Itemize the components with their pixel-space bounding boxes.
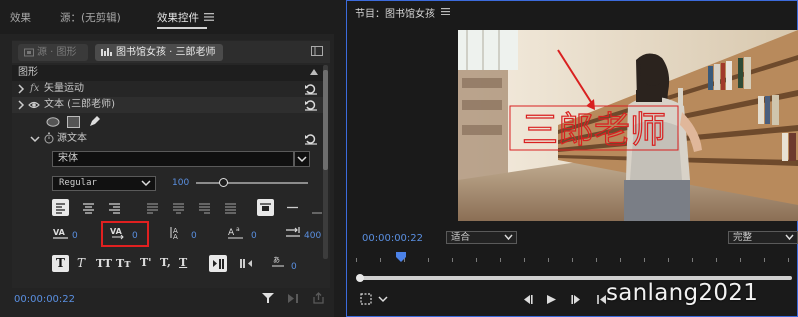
svg-text:VA: VA — [110, 227, 123, 236]
font-family-field[interactable]: 宋体 — [52, 151, 294, 167]
reset-icon[interactable] — [304, 99, 318, 111]
font-style-dropdown[interactable]: Regular — [52, 176, 156, 191]
chevron-down-icon[interactable] — [378, 295, 388, 303]
effect-controls-panel: 效果 源：(无剪辑) 效果控件 源 · 图形 图书馆女孩 · 三郎老师 图形 f… — [0, 0, 334, 317]
svg-text:a: a — [236, 226, 240, 233]
rtl-direction-button[interactable] — [238, 256, 254, 271]
timeline-toggle-icon[interactable] — [311, 46, 323, 56]
chevron-down-icon[interactable] — [294, 151, 310, 167]
hamburger-icon[interactable] — [441, 8, 450, 15]
faux-italic-button[interactable]: T — [77, 256, 85, 270]
align-center-button[interactable] — [80, 199, 97, 216]
tracking-icon: VA — [109, 225, 126, 240]
expand-chevron-icon[interactable] — [18, 81, 26, 97]
hamburger-icon[interactable] — [204, 13, 214, 21]
program-timecode[interactable]: 00:00:00:22 — [362, 233, 423, 244]
ltr-direction-button[interactable] — [209, 255, 227, 272]
justify-last-center-button[interactable] — [170, 199, 187, 216]
align-bottom-button[interactable] — [311, 199, 323, 216]
font-size-slider-handle[interactable] — [219, 178, 228, 187]
sequence-clip-pill[interactable]: 图书馆女孩 · 三郎老师 — [95, 44, 223, 61]
underline-button[interactable]: T — [179, 256, 187, 269]
justify-all-button[interactable] — [222, 199, 239, 216]
source-text-row: 源文本 — [12, 131, 324, 147]
superscript-button[interactable]: T' — [140, 256, 152, 269]
expand-chevron-down-icon[interactable] — [30, 131, 40, 147]
ellipse-mask-icon[interactable] — [46, 117, 60, 127]
clip-icon — [24, 48, 34, 57]
small-caps-button[interactable]: Tт — [116, 257, 131, 270]
baseline-shift-value[interactable]: 0 — [251, 231, 257, 241]
controls-scrollbar-thumb[interactable] — [323, 70, 328, 170]
reset-icon[interactable] — [304, 133, 318, 145]
play-audio-icon[interactable] — [287, 293, 299, 304]
align-middle-button[interactable] — [284, 199, 301, 216]
step-forward-icon[interactable] — [570, 294, 582, 305]
tab-width-value[interactable]: 400 — [304, 231, 321, 241]
collapse-up-icon[interactable] — [310, 69, 318, 75]
reset-icon[interactable] — [304, 83, 318, 95]
text-layer-row[interactable]: 文本 (三郎老师) — [12, 97, 324, 113]
export-icon[interactable] — [312, 292, 325, 304]
svg-text:A: A — [228, 228, 235, 238]
chevron-down-icon — [141, 177, 151, 190]
tab-effect-controls[interactable]: 效果控件 — [157, 10, 199, 25]
time-ruler[interactable] — [352, 248, 798, 266]
font-size-value[interactable]: 100 — [172, 178, 189, 188]
rectangle-mask-icon[interactable] — [67, 116, 80, 128]
svg-text:VA: VA — [53, 228, 66, 237]
leading-icon: AA — [169, 225, 185, 240]
leading-value[interactable]: 0 — [191, 231, 197, 241]
program-monitor-title[interactable]: 节目：图书馆女孩 — [355, 5, 435, 20]
baseline-shift-icon: Aa — [227, 225, 244, 240]
chevron-down-icon — [785, 232, 794, 243]
step-back-icon[interactable] — [522, 294, 534, 305]
tab-effects[interactable]: 效果 — [10, 10, 31, 25]
filter-icon[interactable] — [262, 292, 274, 304]
zoom-fit-dropdown[interactable]: 适合 — [446, 231, 517, 244]
active-tab-underline — [157, 27, 207, 29]
left-shelves — [458, 70, 508, 180]
play-icon[interactable] — [546, 294, 557, 305]
align-right-button[interactable] — [106, 199, 123, 216]
sequence-icon — [101, 47, 112, 57]
tracking-value[interactable]: 0 — [132, 231, 138, 241]
fx-badge: fx — [30, 83, 40, 94]
kerning-icon: VA — [52, 226, 69, 240]
kerning-value[interactable]: 0 — [72, 231, 78, 241]
watermark-text: sanlang2021 — [606, 280, 759, 306]
svg-text:A: A — [173, 233, 178, 240]
expand-chevron-icon[interactable] — [18, 97, 26, 113]
faux-bold-button[interactable]: T — [52, 255, 69, 272]
video-preview[interactable]: 三郎老师 — [458, 30, 798, 221]
playhead-marker[interactable] — [396, 252, 406, 262]
quality-dropdown[interactable]: 完整 — [728, 231, 798, 244]
graphic-header: 图形 — [12, 65, 324, 81]
overlay-title-text[interactable]: 三郎老师 — [521, 109, 666, 151]
justify-last-left-button[interactable] — [144, 199, 161, 216]
stopwatch-icon[interactable] — [44, 132, 54, 144]
pen-mask-icon[interactable] — [88, 115, 101, 128]
windows — [458, 30, 518, 70]
all-caps-button[interactable]: TT — [96, 257, 112, 270]
zoom-scrollbar-handle-left[interactable] — [356, 274, 364, 282]
align-left-button[interactable] — [52, 199, 69, 216]
font-size-slider-track[interactable] — [196, 182, 308, 184]
tab-source[interactable]: 源：(无剪辑) — [60, 10, 121, 25]
svg-text:あ: あ — [273, 256, 280, 264]
tab-width-icon — [285, 226, 301, 239]
align-top-button[interactable] — [257, 199, 274, 216]
source-clip-pill[interactable]: 源 · 图形 — [18, 44, 88, 61]
subscript-button[interactable]: T, — [160, 256, 171, 269]
justify-last-right-button[interactable] — [196, 199, 213, 216]
tsume-value[interactable]: 0 — [291, 262, 297, 272]
vector-motion-row[interactable]: fx 矢量运动 — [12, 81, 324, 97]
selection-frame-icon[interactable] — [360, 293, 372, 305]
chevron-down-icon — [504, 232, 513, 243]
tsume-icon[interactable]: あ — [270, 254, 286, 270]
eye-icon[interactable] — [28, 97, 40, 113]
effect-controls-timecode[interactable]: 00:00:00:22 — [14, 294, 75, 305]
